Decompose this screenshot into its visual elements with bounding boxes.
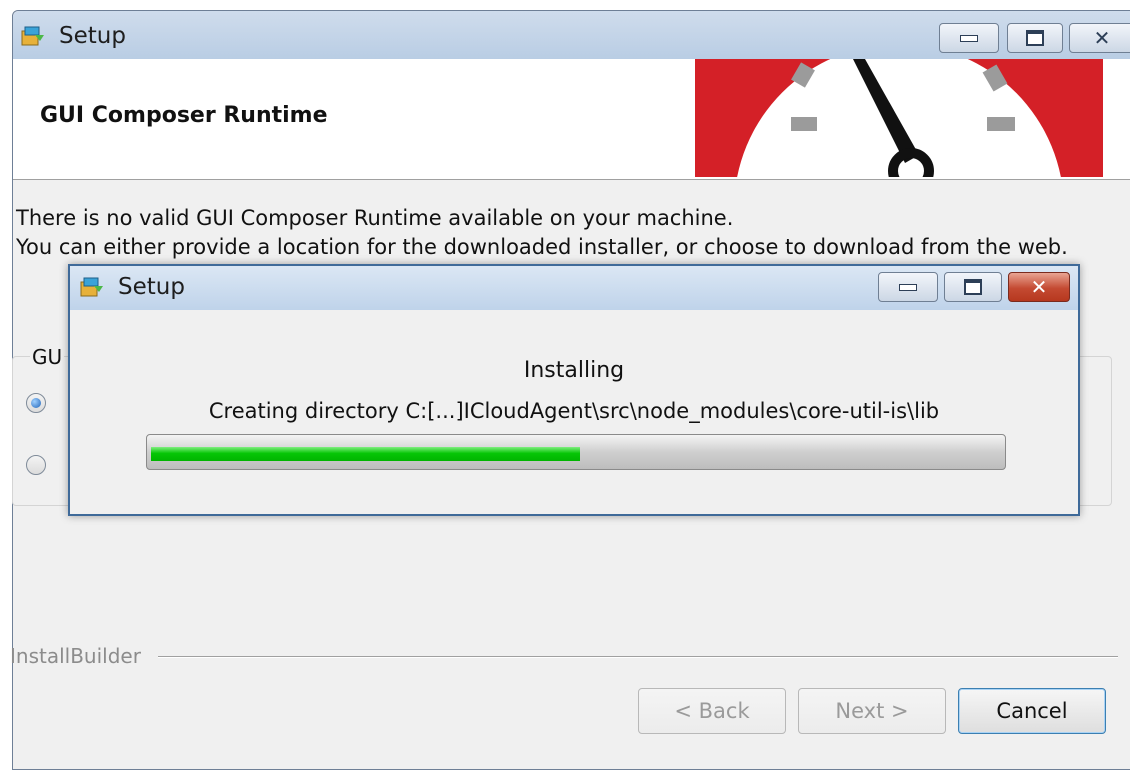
cancel-button[interactable]: Cancel [958, 688, 1106, 734]
installer-app-icon [80, 277, 103, 297]
close-icon: ✕ [1093, 26, 1111, 50]
group-label: GU [30, 345, 65, 369]
back-button[interactable]: < Back [638, 688, 786, 734]
radio-option-1[interactable] [26, 393, 46, 413]
message-line-1: There is no valid GUI Composer Runtime a… [16, 206, 734, 230]
minimize-icon [960, 34, 978, 42]
dialog-title: Setup [118, 274, 185, 300]
installing-dialog: Setup ✕ Installing Creating directory C:… [68, 264, 1080, 516]
dialog-titlebar[interactable]: Setup ✕ [70, 266, 1078, 310]
radio-option-2[interactable] [26, 455, 46, 475]
install-progress-bar [146, 434, 1006, 470]
page-title: GUI Composer Runtime [40, 103, 328, 128]
status-detail: Creating directory C:[...]ICloudAgent\sr… [208, 399, 940, 423]
close-icon: ✕ [1030, 275, 1048, 299]
close-button[interactable]: ✕ [1069, 23, 1130, 53]
message-line-2: You can either provide a location for th… [16, 235, 1068, 259]
progress-fill [151, 447, 580, 461]
maximize-icon [1026, 30, 1044, 46]
minimize-icon [899, 283, 917, 291]
window-title: Setup [59, 23, 126, 49]
window-titlebar[interactable]: Setup ✕ [13, 11, 1130, 59]
dialog-close-button[interactable]: ✕ [1008, 272, 1070, 302]
installbuilder-brand: InstallBuilder [10, 644, 141, 668]
gauge-banner-logo [695, 59, 1103, 177]
dialog-maximize-button[interactable] [944, 272, 1002, 302]
maximize-icon [964, 279, 982, 295]
status-title: Installing [523, 358, 625, 383]
dialog-minimize-button[interactable] [878, 272, 938, 302]
next-button[interactable]: Next > [798, 688, 946, 734]
footer-divider [158, 656, 1118, 658]
dialog-body: Installing Creating directory C:[...]ICl… [78, 310, 1070, 508]
wizard-header: GUI Composer Runtime [13, 59, 1130, 180]
installer-app-icon [21, 26, 44, 46]
minimize-button[interactable] [939, 23, 999, 53]
maximize-button[interactable] [1007, 23, 1063, 53]
